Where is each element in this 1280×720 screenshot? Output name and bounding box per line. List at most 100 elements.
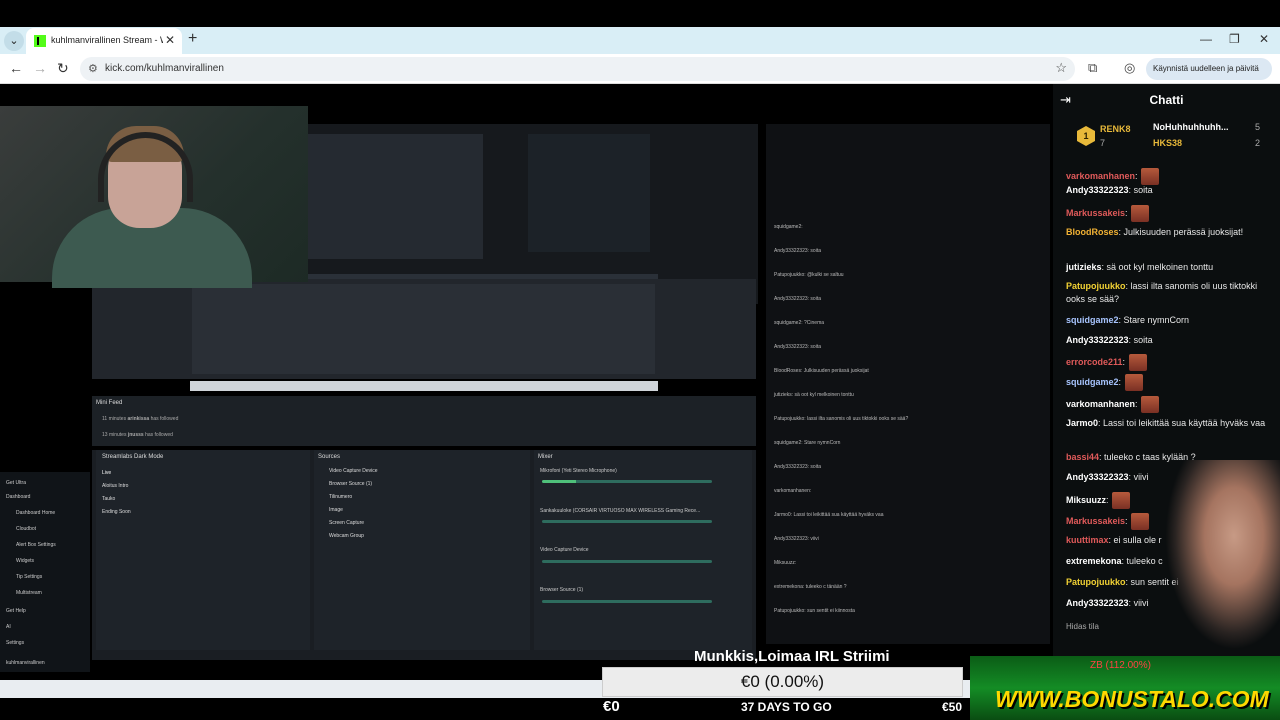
maximize-icon[interactable]: ❐ (1229, 32, 1240, 46)
chat-username[interactable]: Andy33322323 (1066, 335, 1129, 345)
chat-username[interactable]: Patupojuukko (1066, 577, 1126, 587)
mini-taskbar (190, 381, 658, 391)
captured-monitor (308, 124, 758, 304)
chat-username[interactable]: varkomanhanen (1066, 171, 1135, 181)
captured-chat-line: varkomanhanen: (774, 488, 812, 494)
chat-username[interactable]: Miksuuzz (1066, 495, 1106, 505)
captured-chat-line: squidgame2: Stare nymnCorn (774, 440, 841, 446)
captured-chat-line: Andy33322323: soita (774, 296, 821, 302)
chat-username[interactable]: Jarmo0 (1066, 418, 1098, 428)
chat-separator: : (1135, 170, 1141, 181)
nav-item[interactable]: Tip Settings (16, 574, 42, 580)
chat-username[interactable]: BloodRoses (1066, 227, 1119, 237)
nav-item[interactable]: Cloudbot (16, 526, 36, 532)
webcam-feed (0, 106, 308, 288)
stream-video[interactable]: Mini Feed 11 minutes arinkissa has follo… (0, 84, 1053, 720)
emote-icon (1141, 396, 1160, 413)
close-tab-icon[interactable]: ✕ (165, 33, 175, 47)
chat-username[interactable]: Andy33322323 (1066, 598, 1129, 608)
forward-icon[interactable]: → (33, 60, 47, 76)
captured-chat-line: BloodRoses: Julkisuuden perässä juoksija… (774, 368, 869, 374)
chat-message: varkomanhanen: (1066, 396, 1276, 413)
leaderboard-name[interactable]: HKS38 (1153, 138, 1182, 148)
chat-username[interactable]: Andy33322323 (1066, 185, 1129, 195)
nav-item[interactable]: Get Ultra (6, 480, 26, 486)
profile-icon[interactable]: ◎ (1124, 60, 1135, 76)
close-window-icon[interactable]: ✕ (1259, 32, 1269, 46)
sources-title: Sources (318, 454, 341, 460)
bookmark-star-icon[interactable]: ☆ (1055, 60, 1067, 76)
captured-chat: squidgame2: Andy33322323: soita Patupojuuk… (766, 124, 1050, 644)
captured-chat-line: jutizieks: sä oot kyl melkoinen tonttu (774, 392, 854, 398)
emote-icon (1141, 168, 1160, 185)
scene-item[interactable]: Ending Soon (102, 509, 131, 515)
chat-message: Markussakeis: (1066, 205, 1276, 222)
nav-item[interactable]: Alert Box Settings (16, 542, 56, 548)
chat-username[interactable]: squidgame2 (1066, 377, 1119, 387)
nav-item[interactable]: kuhlmanvirallinen (6, 660, 45, 666)
nav-item[interactable]: Dashboard Home (16, 510, 55, 516)
url-text[interactable]: kick.com/kuhlmanvirallinen (105, 63, 224, 74)
scenes-title: Streamlabs Dark Mode (102, 454, 164, 460)
source-item[interactable]: Screen Capture (329, 520, 364, 526)
captured-chat-line: Andy33322323: soita (774, 248, 821, 254)
emote-icon (1131, 205, 1150, 222)
chat-text: Julkisuuden perässä juoksijat! (1123, 227, 1244, 237)
chat-username[interactable]: extremekona (1066, 556, 1122, 566)
emote-icon (1131, 513, 1150, 530)
address-bar[interactable]: ⚙ kick.com/kuhlmanvirallinen ☆ (80, 57, 1075, 81)
mixer-volume-bar[interactable] (542, 600, 712, 603)
chat-username[interactable]: varkomanhanen (1066, 399, 1135, 409)
chat-text: soita (1133, 185, 1153, 195)
chat-username[interactable]: squidgame2 (1066, 315, 1119, 325)
chat-username[interactable]: Markussakeis (1066, 516, 1125, 526)
mixer-volume-bar[interactable] (542, 520, 712, 523)
chat-username[interactable]: errorcode211 (1066, 357, 1123, 367)
mixer-volume-bar[interactable] (542, 560, 712, 563)
nav-item[interactable]: Dashboard (6, 494, 30, 500)
nav-item[interactable]: Get Help (6, 608, 26, 614)
reload-icon[interactable]: ↻ (57, 60, 69, 77)
chat-username[interactable]: Markussakeis (1066, 208, 1125, 218)
nav-item[interactable]: Settings (6, 640, 24, 646)
source-item[interactable]: Browser Source (1) (329, 481, 372, 487)
chat-username[interactable]: kuuttimax (1066, 535, 1109, 545)
rank-badge-icon: 1 (1077, 126, 1095, 146)
site-info-icon[interactable]: ⚙ (88, 62, 98, 75)
browser-tab[interactable]: kuhlmanvirallinen Stream - Wat ✕ (26, 28, 182, 54)
chat-message: squidgame2: Stare nymnCorn (1066, 314, 1276, 327)
chat-text: ei sulla ole r (1113, 535, 1162, 545)
tab-search-icon[interactable]: ⌄ (4, 31, 24, 51)
chat-username[interactable]: bassi44 (1066, 452, 1099, 462)
captured-chat-line: Andy33322323: soita (774, 344, 821, 350)
streamlabs-nav: Get Ultra Dashboard Dashboard Home Cloud… (0, 472, 90, 672)
feed-row: 13 minutes jnusss has followed (102, 432, 173, 438)
source-item[interactable]: Webcam Group (329, 533, 364, 539)
chat-username[interactable]: Andy33322323 (1066, 472, 1129, 482)
scene-item[interactable]: Tauko (102, 496, 115, 502)
emote-icon (1124, 374, 1143, 391)
back-icon[interactable]: ← (9, 60, 23, 76)
nav-item[interactable]: Multistream (16, 590, 42, 596)
captured-chat-line: extremekona: tuleeko c tänään ? (774, 584, 847, 590)
nav-item[interactable]: AI (6, 624, 11, 630)
minimize-icon[interactable]: — (1200, 32, 1212, 46)
source-item[interactable]: Image (329, 507, 343, 513)
mixer-title: Mixer (538, 454, 553, 460)
new-tab-icon[interactable]: + (188, 30, 197, 48)
chat-username[interactable]: Patupojuukko (1066, 281, 1126, 291)
leaderboard-name[interactable]: RENK8 (1100, 124, 1131, 134)
leaderboard-name[interactable]: NoHuhhuhhuhh... (1153, 122, 1228, 132)
chat-leaderboard: 1 RENK8 7 NoHuhhuhhuhh... 5 HKS38 2 (1053, 116, 1280, 158)
restart-update-button[interactable]: Käynnistä uudelleen ja päivitä (1146, 58, 1272, 80)
nav-item[interactable]: Widgets (16, 558, 34, 564)
chat-username[interactable]: jutizieks (1066, 262, 1102, 272)
source-item[interactable]: Video Capture Device (329, 468, 378, 474)
scene-item[interactable]: Aloitus Intro (102, 483, 128, 489)
top-black-bar (0, 0, 1280, 27)
mixer-volume-bar[interactable] (542, 480, 712, 483)
scene-item[interactable]: Live (102, 470, 111, 476)
source-item[interactable]: Tilinumero (329, 494, 352, 500)
extensions-icon[interactable]: ⧉ (1088, 60, 1097, 76)
mixer-label: Sankakuuloke (CORSAIR VIRTUOSO MAX WIREL… (540, 508, 701, 514)
